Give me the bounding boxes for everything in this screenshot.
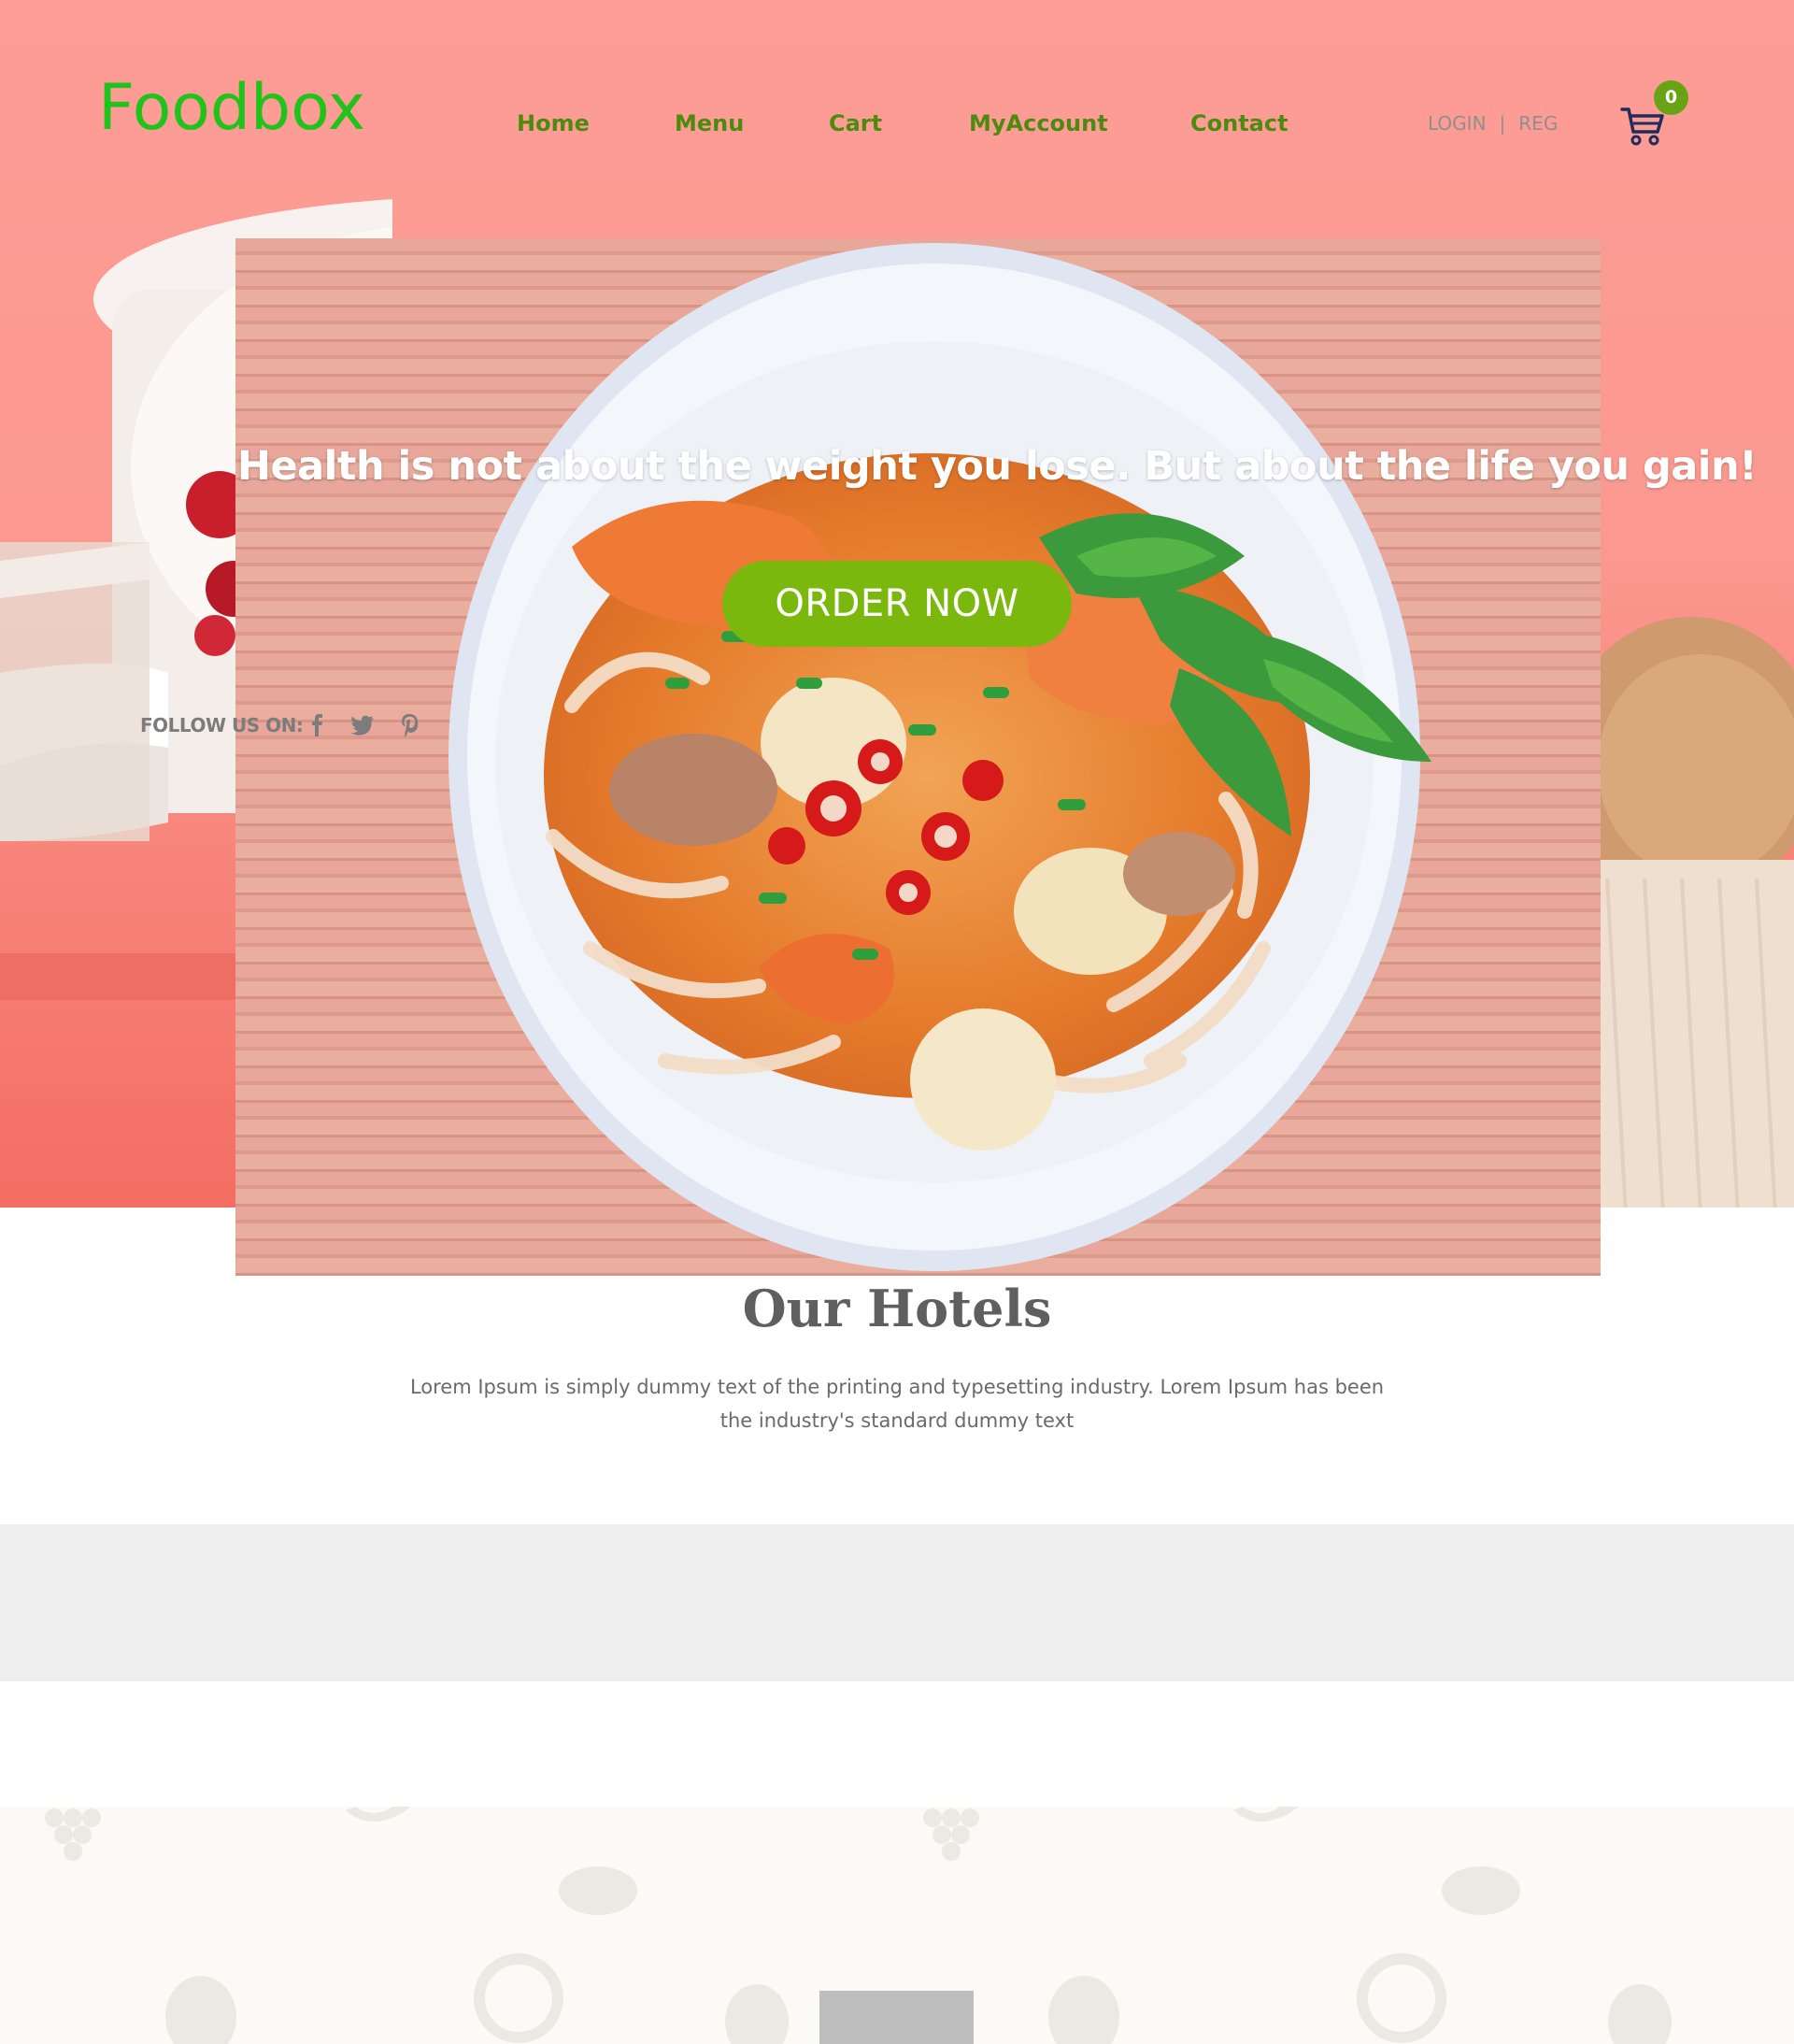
cart-count-badge: 0 bbox=[1654, 80, 1688, 115]
nav-item-contact[interactable]: Contact bbox=[1190, 110, 1289, 136]
nav-item-menu[interactable]: Menu bbox=[675, 110, 744, 136]
login-link[interactable]: LOGIN bbox=[1428, 112, 1487, 135]
auth-separator: | bbox=[1499, 112, 1506, 135]
register-link[interactable]: REG bbox=[1518, 112, 1558, 135]
facebook-icon[interactable] bbox=[305, 712, 331, 738]
order-now-button[interactable]: ORDER NOW bbox=[722, 561, 1072, 647]
nav-item-home[interactable]: Home bbox=[517, 110, 590, 136]
nav-item-cart[interactable]: Cart bbox=[829, 110, 882, 136]
site-logo[interactable]: Foodbox bbox=[98, 71, 365, 145]
hero-headline: Health is not about the weight you lose.… bbox=[237, 443, 1758, 490]
twitter-icon[interactable] bbox=[349, 712, 376, 738]
noodle-bowl-illustration bbox=[448, 243, 1431, 1271]
section-description: Lorem Ipsum is simply dummy text of the … bbox=[409, 1376, 1385, 1432]
auth-links: LOGIN | REG bbox=[1428, 112, 1558, 135]
pinterest-icon[interactable] bbox=[396, 712, 422, 738]
nav-item-myaccount[interactable]: MyAccount bbox=[969, 110, 1108, 136]
content-placeholder-block bbox=[819, 1991, 974, 2044]
hero-slide-image bbox=[235, 238, 1601, 1276]
shopping-cart-icon[interactable] bbox=[1620, 106, 1665, 147]
section-title-our-hotels: Our Hotels bbox=[742, 1279, 1052, 1338]
follow-us-label: FOLLOW US ON: bbox=[140, 714, 304, 736]
hotels-list-placeholder bbox=[0, 1524, 1794, 1681]
